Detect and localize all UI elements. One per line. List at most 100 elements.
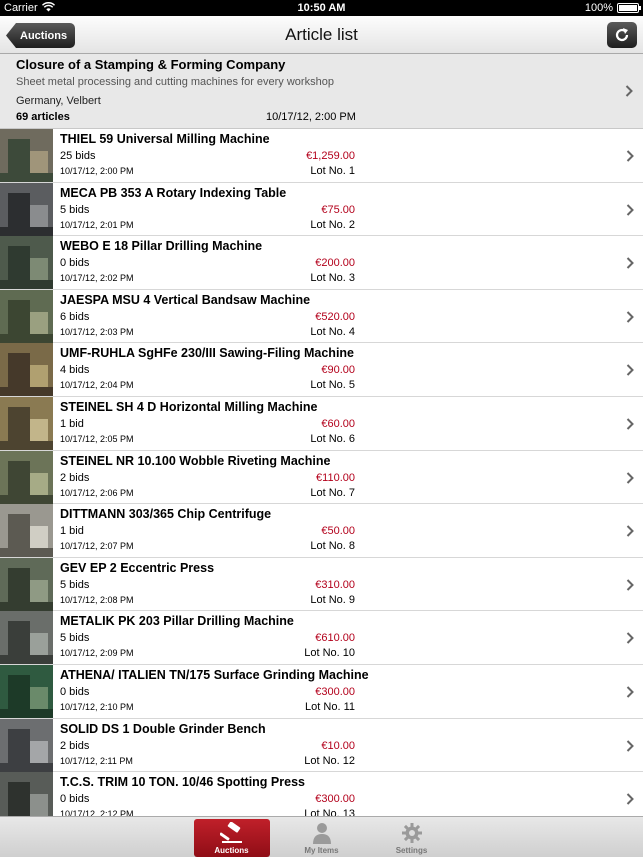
chevron-right-icon (625, 84, 633, 102)
article-row[interactable]: UMF-RUHLA SgHFe 230/III Sawing-Filing Ma… (0, 343, 643, 397)
article-price: €300.00 (315, 685, 355, 698)
article-thumbnail (0, 182, 53, 236)
article-title: JAESPA MSU 4 Vertical Bandsaw Machine (60, 292, 311, 307)
status-time: 10:50 AM (297, 2, 346, 14)
article-row[interactable]: GEV EP 2 Eccentric Press 5 bids 10/17/12, … (0, 557, 643, 612)
article-price: €110.00 (316, 471, 355, 484)
article-lot: Lot No. 3 (310, 272, 355, 285)
chevron-right-icon (626, 685, 634, 703)
auction-location: Germany, Velbert (16, 95, 101, 107)
article-date: 10/17/12, 2:00 PM (60, 166, 134, 176)
chevron-right-icon (626, 578, 634, 596)
refresh-button[interactable] (607, 22, 637, 48)
article-date: 10/17/12, 2:01 PM (60, 219, 134, 230)
article-lot: Lot No. 13 (304, 808, 355, 816)
article-date: 10/17/12, 2:09 PM (60, 648, 134, 659)
article-title: ATHENA/ ITALIEN TN/175 Surface Grinding … (60, 667, 369, 682)
article-date: 10/17/12, 2:05 PM (60, 433, 134, 444)
article-row[interactable]: MECA PB 353 A Rotary Indexing Table 5 bid… (0, 182, 643, 237)
auction-header[interactable]: Closure of a Stamping & Forming Company … (0, 54, 643, 129)
article-bids: 6 bids (60, 310, 90, 323)
chevron-right-icon (626, 149, 634, 167)
tab-my-items[interactable]: My Items (284, 819, 360, 857)
tab-label: Auctions (214, 846, 249, 855)
article-thumbnail (0, 396, 53, 450)
article-row[interactable]: ATHENA/ ITALIEN TN/175 Surface Grinding … (0, 664, 643, 719)
refresh-icon (615, 28, 629, 42)
article-price: €310.00 (315, 578, 355, 591)
article-title: STEINEL NR 10.100 Wobble Riveting Machin… (60, 453, 331, 468)
wifi-icon (41, 1, 55, 15)
article-thumbnail (0, 343, 53, 397)
article-lot: Lot No. 4 (310, 325, 355, 338)
article-title: T.C.S. TRIM 10 TON. 10/46 Spotting Press (60, 775, 305, 790)
article-row[interactable]: DITTMANN 303/365 Chip Centrifuge 1 bid 10/… (0, 504, 643, 558)
article-title: STEINEL SH 4 D Horizontal Milling Machin… (60, 399, 318, 414)
article-lot: Lot No. 2 (310, 218, 355, 231)
article-list[interactable]: THIEL 59 Universal Milling Machine 25 bid… (0, 129, 643, 816)
article-row[interactable]: WEBO E 18 Pillar Drilling Machine 0 bids 1… (0, 236, 643, 290)
article-title: UMF-RUHLA SgHFe 230/III Sawing-Filing Ma… (60, 346, 355, 361)
article-row[interactable]: METALIK PK 203 Pillar Drilling Machine 5 … (0, 611, 643, 665)
tab-settings[interactable]: Settings (374, 819, 450, 857)
article-bids: 2 bids (60, 471, 90, 484)
article-row[interactable]: THIEL 59 Universal Milling Machine 25 bid… (0, 129, 643, 183)
article-date: 10/17/12, 2:11 PM (60, 755, 133, 766)
carrier-label: Carrier (4, 2, 38, 14)
tab-bar: Auctions My Items Settings (0, 816, 643, 857)
article-bids: 25 bids (60, 150, 96, 162)
article-price: €75.00 (321, 203, 355, 216)
article-title: DITTMANN 303/365 Chip Centrifuge (60, 507, 272, 522)
article-bids: 0 bids (60, 793, 90, 806)
article-price: €10.00 (321, 739, 355, 752)
article-row[interactable]: STEINEL SH 4 D Horizontal Milling Machin… (0, 396, 643, 451)
article-row[interactable]: T.C.S. TRIM 10 TON. 10/46 Spotting Press… (0, 772, 643, 816)
article-thumbnail (0, 718, 53, 772)
article-lot: Lot No. 9 (310, 593, 355, 606)
article-thumbnail (0, 664, 53, 718)
back-button[interactable]: Auctions (6, 23, 76, 48)
tab-label: Settings (395, 846, 428, 855)
gavel-icon (219, 822, 242, 843)
article-row[interactable]: STEINEL NR 10.100 Wobble Riveting Machin… (0, 450, 643, 505)
article-bids: 0 bids (60, 685, 90, 698)
article-bids: 1 bid (60, 525, 84, 538)
chevron-right-icon (626, 417, 634, 435)
article-price: €50.00 (321, 525, 355, 538)
chevron-right-icon (626, 524, 634, 542)
chevron-right-icon (626, 256, 634, 274)
chevron-right-icon (626, 471, 634, 489)
chevron-right-icon (626, 310, 634, 328)
article-lot: Lot No. 8 (310, 540, 355, 553)
article-lot: Lot No. 10 (304, 647, 355, 660)
article-date: 10/17/12, 2:07 PM (60, 541, 134, 552)
navigation-bar: Auctions Article list (0, 16, 643, 54)
person-icon (312, 823, 331, 844)
article-date: 10/17/12, 2:03 PM (60, 326, 134, 337)
tab-auctions[interactable]: Auctions (193, 819, 270, 857)
article-thumbnail (0, 611, 53, 665)
article-date: 10/17/12, 2:08 PM (60, 594, 134, 605)
article-row[interactable]: JAESPA MSU 4 Vertical Bandsaw Machine 6 b… (0, 289, 643, 344)
article-count: 69 articles (16, 111, 70, 123)
article-title: METALIK PK 203 Pillar Drilling Machine (60, 614, 294, 629)
article-thumbnail (0, 289, 53, 343)
chevron-right-icon (626, 739, 634, 757)
article-bids: 2 bids (60, 739, 90, 752)
article-bids: 0 bids (60, 257, 90, 270)
article-lot: Lot No. 6 (310, 432, 355, 445)
article-lot: Lot No. 12 (304, 754, 355, 767)
status-bar: Carrier 10:50 AM 100% (0, 0, 643, 16)
chevron-right-icon (626, 203, 634, 221)
article-bids: 5 bids (60, 632, 90, 645)
article-date: 10/17/12, 2:10 PM (60, 701, 134, 712)
article-row[interactable]: SOLID DS 1 Double Grinder Bench 2 bids 10/… (0, 718, 643, 773)
article-price: €90.00 (321, 364, 355, 377)
auction-date: 10/17/12, 2:00 PM (266, 111, 356, 123)
battery-percent: 100% (584, 2, 613, 14)
article-lot: Lot No. 11 (305, 700, 355, 713)
article-thumbnail (0, 236, 53, 290)
article-price: €610.00 (315, 632, 355, 645)
article-thumbnail (0, 450, 53, 504)
article-thumbnail (0, 129, 53, 182)
